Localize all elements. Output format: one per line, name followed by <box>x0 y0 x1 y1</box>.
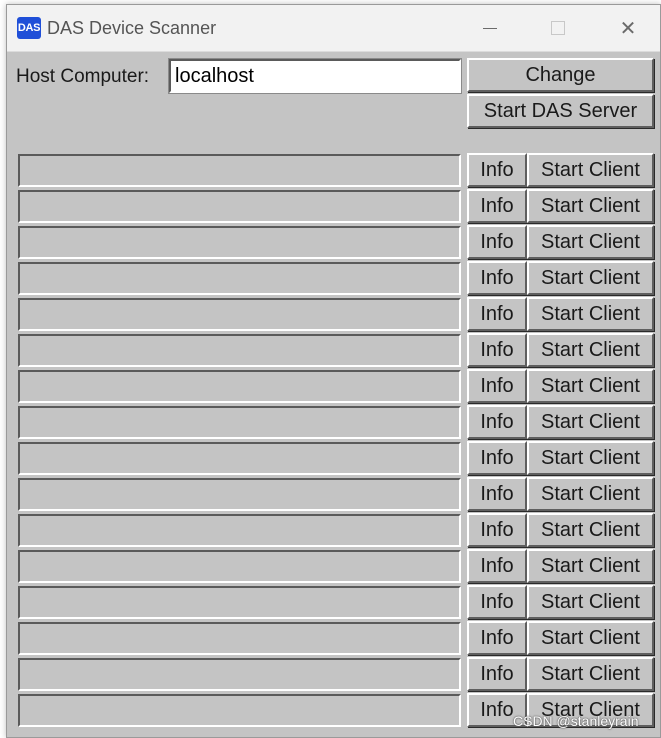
device-row: Info Start Client <box>7 189 660 223</box>
start-client-button[interactable]: Start Client <box>527 549 654 583</box>
info-button[interactable]: Info <box>467 189 527 223</box>
info-button[interactable]: Info <box>467 405 527 439</box>
device-name-field <box>18 406 461 439</box>
device-row: Info Start Client <box>7 513 660 547</box>
watermark: CSDN @stanleyrain <box>513 713 639 729</box>
device-row: Info Start Client <box>7 153 660 187</box>
title-bar[interactable]: DAS DAS Device Scanner ✕ <box>7 5 660 52</box>
device-name-field <box>18 514 461 547</box>
device-row: Info Start Client <box>7 549 660 583</box>
device-row: Info Start Client <box>7 369 660 403</box>
device-name-field <box>18 550 461 583</box>
maximize-button[interactable] <box>535 5 581 51</box>
device-name-field <box>18 226 461 259</box>
close-button[interactable]: ✕ <box>605 5 651 51</box>
start-client-button[interactable]: Start Client <box>527 405 654 439</box>
device-name-field <box>18 442 461 475</box>
start-client-button[interactable]: Start Client <box>527 657 654 691</box>
start-client-button[interactable]: Start Client <box>527 513 654 547</box>
device-row: Info Start Client <box>7 225 660 259</box>
start-client-button[interactable]: Start Client <box>527 297 654 331</box>
device-name-field <box>18 334 461 367</box>
start-client-button[interactable]: Start Client <box>527 441 654 475</box>
change-button[interactable]: Change <box>467 58 654 92</box>
device-name-field <box>18 262 461 295</box>
start-client-button[interactable]: Start Client <box>527 621 654 655</box>
device-row: Info Start Client <box>7 261 660 295</box>
start-client-button[interactable]: Start Client <box>527 477 654 511</box>
info-button[interactable]: Info <box>467 549 527 583</box>
device-row: Info Start Client <box>7 477 660 511</box>
info-button[interactable]: Info <box>467 333 527 367</box>
das-app-icon: DAS <box>17 17 41 39</box>
info-button[interactable]: Info <box>467 369 527 403</box>
window-title: DAS Device Scanner <box>47 18 217 38</box>
start-client-button[interactable]: Start Client <box>527 585 654 619</box>
info-button[interactable]: Info <box>467 477 527 511</box>
start-das-server-button[interactable]: Start DAS Server <box>467 94 654 128</box>
info-button[interactable]: Info <box>467 621 527 655</box>
info-button[interactable]: Info <box>467 261 527 295</box>
info-button[interactable]: Info <box>467 585 527 619</box>
device-name-field <box>18 658 461 691</box>
minimize-button[interactable] <box>467 5 513 51</box>
info-button[interactable]: Info <box>467 441 527 475</box>
device-name-field <box>18 694 461 727</box>
device-row: Info Start Client <box>7 585 660 619</box>
start-client-button[interactable]: Start Client <box>527 333 654 367</box>
host-computer-label: Host Computer: <box>16 66 150 87</box>
info-button[interactable]: Info <box>467 297 527 331</box>
device-name-field <box>18 370 461 403</box>
close-icon: ✕ <box>619 17 637 40</box>
start-client-button[interactable]: Start Client <box>527 189 654 223</box>
device-row: Info Start Client <box>7 657 660 691</box>
device-name-field <box>18 478 461 511</box>
app-icon-text: DAS <box>17 22 41 34</box>
minimize-icon <box>483 27 497 29</box>
host-computer-input[interactable] <box>168 58 462 94</box>
maximize-icon <box>551 21 565 35</box>
device-name-field <box>18 622 461 655</box>
device-name-field <box>18 298 461 331</box>
device-row: Info Start Client <box>7 405 660 439</box>
device-name-field <box>18 154 461 187</box>
info-button[interactable]: Info <box>467 513 527 547</box>
start-client-button[interactable]: Start Client <box>527 369 654 403</box>
device-row: Info Start Client <box>7 297 660 331</box>
device-name-field <box>18 586 461 619</box>
start-client-button[interactable]: Start Client <box>527 153 654 187</box>
device-row: Info Start Client <box>7 333 660 367</box>
info-button[interactable]: Info <box>467 153 527 187</box>
info-button[interactable]: Info <box>467 225 527 259</box>
device-row: Info Start Client <box>7 441 660 475</box>
info-button[interactable]: Info <box>467 657 527 691</box>
das-device-scanner-window: DAS DAS Device Scanner ✕ Host Computer: … <box>6 4 661 738</box>
device-row: Info Start Client <box>7 621 660 655</box>
start-client-button[interactable]: Start Client <box>527 225 654 259</box>
start-client-button[interactable]: Start Client <box>527 261 654 295</box>
device-name-field <box>18 190 461 223</box>
